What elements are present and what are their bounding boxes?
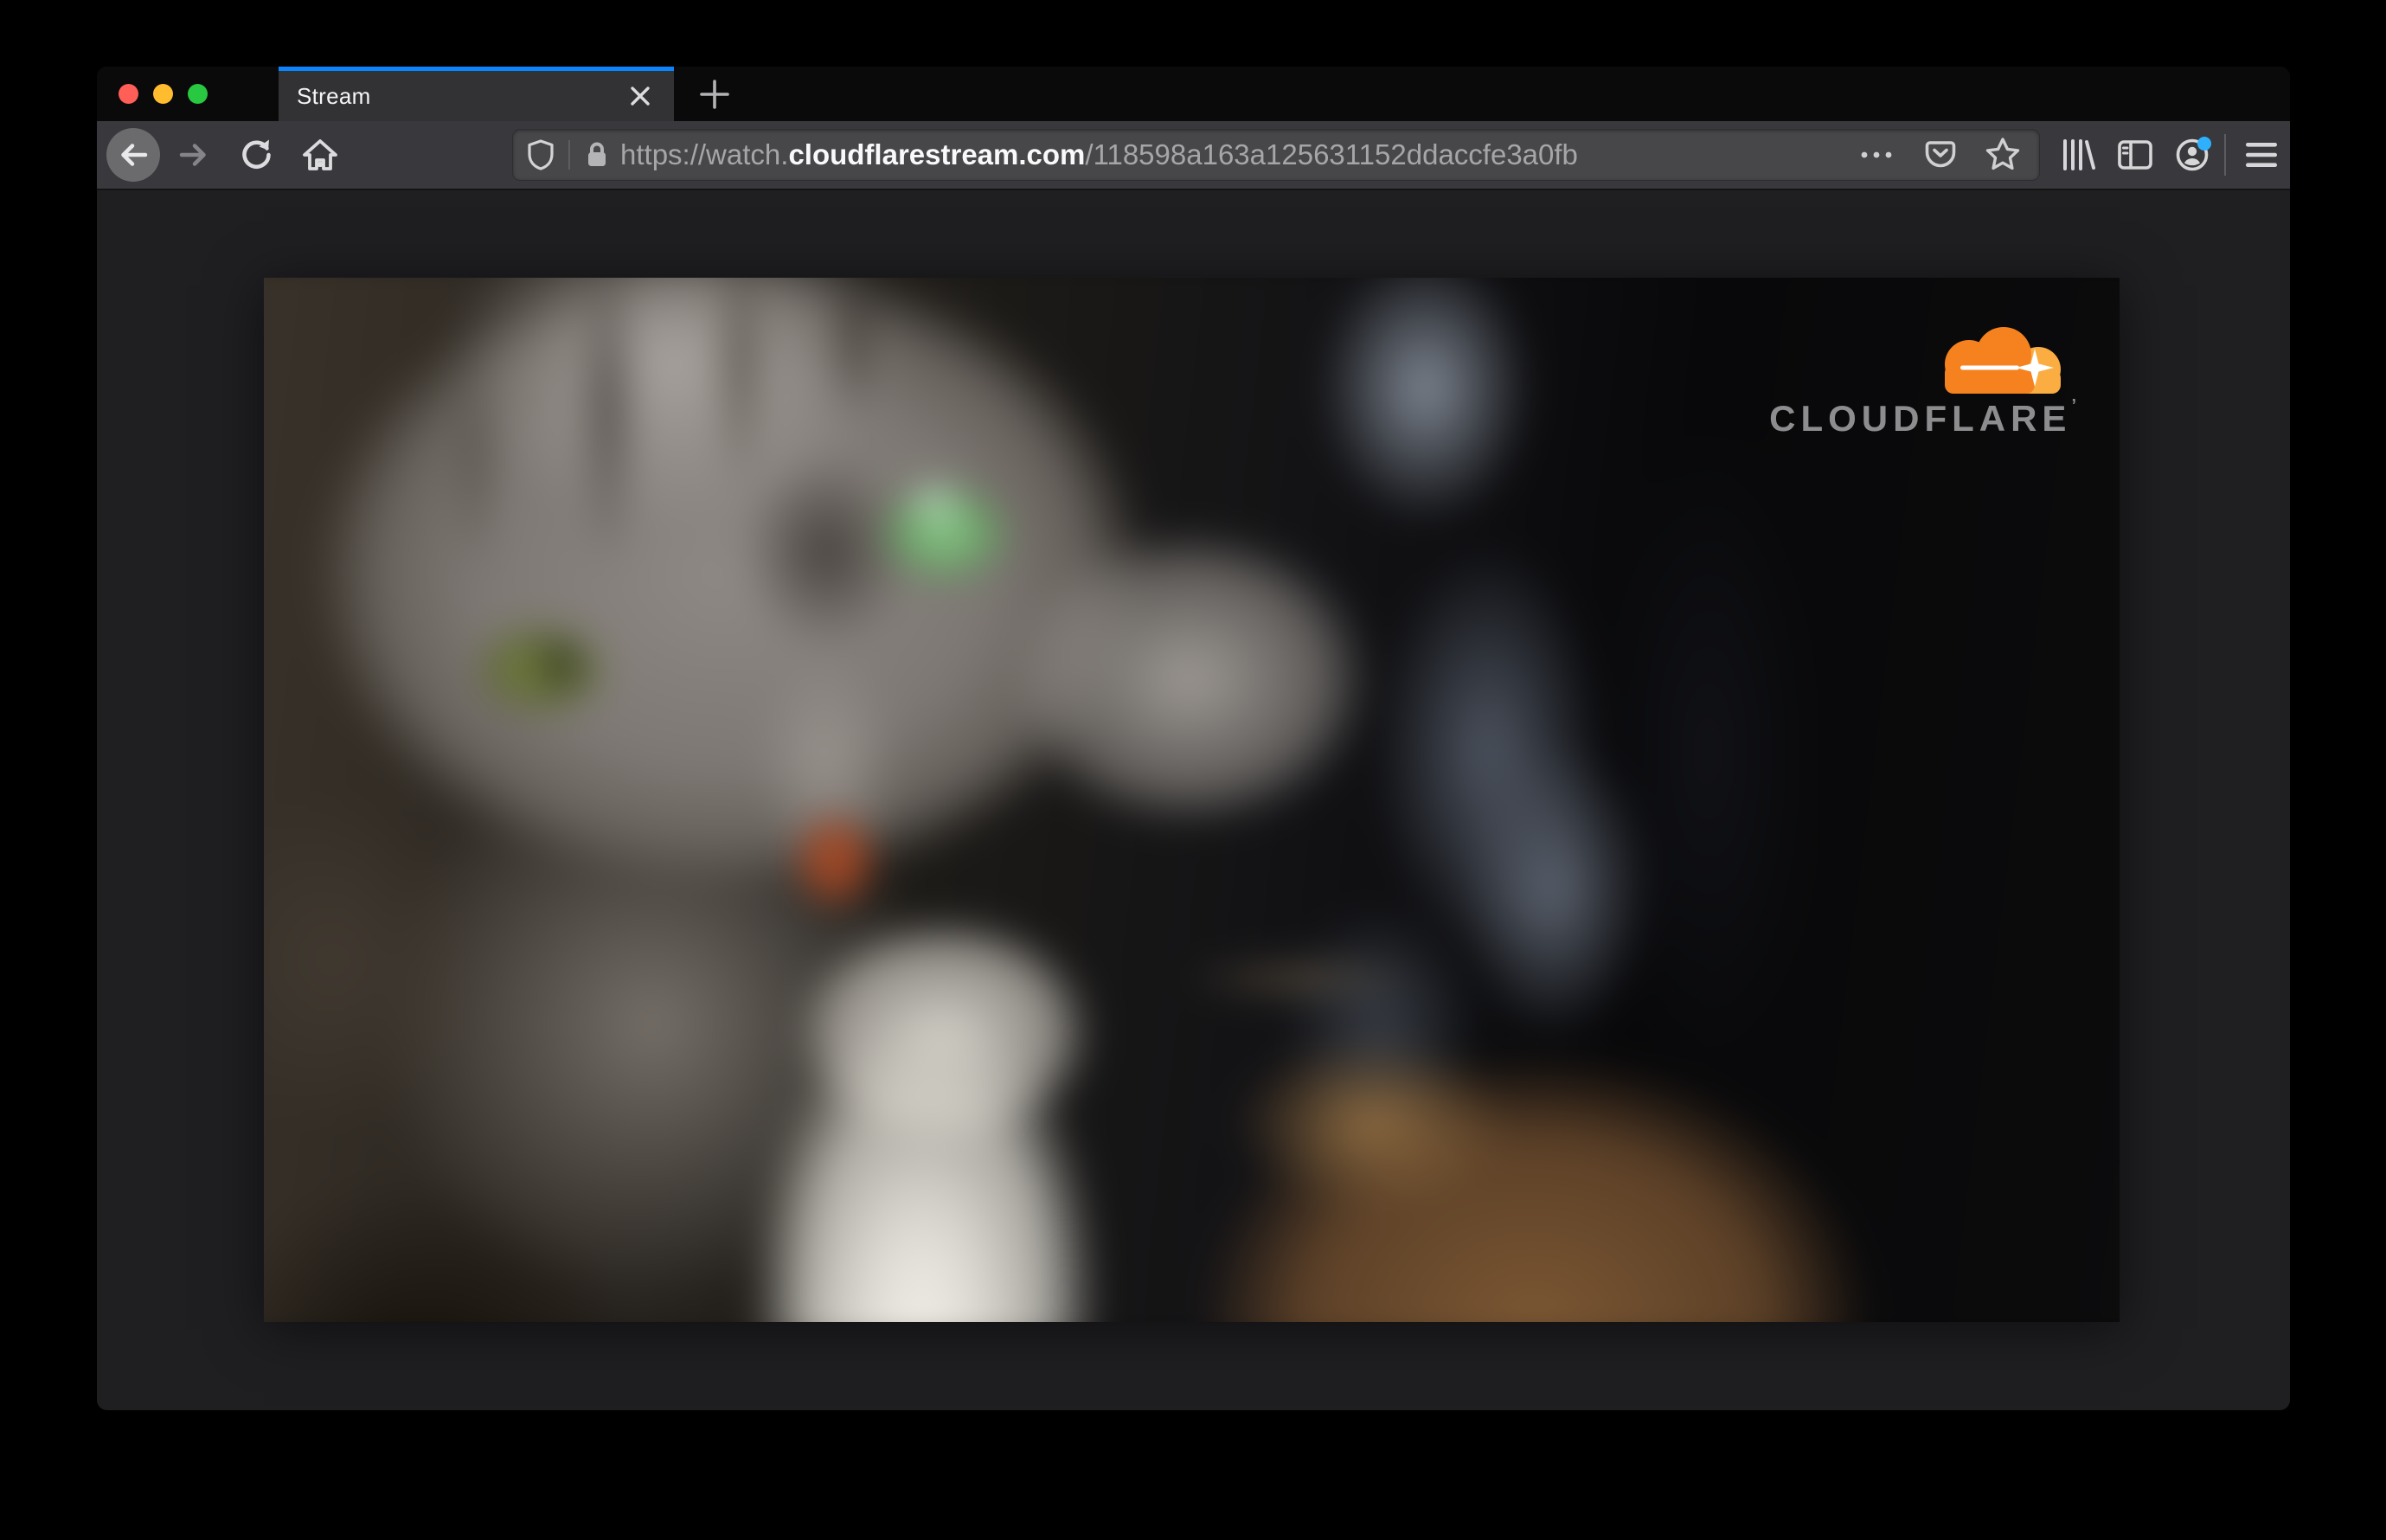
cloudflare-trademark-tick: ’ [2071,396,2076,415]
forward-button[interactable] [174,135,214,175]
account-button[interactable] [2172,135,2212,175]
home-button[interactable] [300,135,340,175]
menu-button[interactable] [2242,135,2281,175]
urlbar-separator [568,140,570,170]
pocket-icon[interactable] [1923,138,1958,172]
tracking-shield-icon[interactable] [527,139,555,170]
sidebar-icon [2116,138,2154,171]
window-controls [97,67,279,121]
url-path: /118598a163a125631152ddaccfe3a0fb [1085,138,1578,170]
zoom-window-button[interactable] [188,84,208,104]
minimize-window-button[interactable] [153,84,173,104]
toolbar-right-icons [2058,134,2281,176]
cloudflare-logo-icon [1924,326,2076,394]
close-tab-icon[interactable] [627,83,653,109]
library-button[interactable] [2058,135,2098,175]
page-content: CLOUDFLARE’ [97,190,2290,1408]
new-tab-icon [698,78,731,111]
sidebar-button[interactable] [2115,135,2155,175]
home-icon [301,136,339,174]
video-player[interactable]: CLOUDFLARE’ [264,278,2120,1322]
toolbar-separator [2224,134,2226,176]
reload-button[interactable] [236,135,276,175]
url-text[interactable]: https://watch.cloudflarestream.com/11859… [620,138,1578,171]
desktop-background: Stream https://watch.cloudflarestream.co… [0,0,2386,1540]
reload-icon [238,137,274,173]
back-icon [116,138,151,172]
cloudflare-watermark: CLOUDFLARE’ [1769,326,2076,437]
new-tab-button[interactable] [695,74,734,114]
cloudflare-wordmark-text: CLOUDFLARE [1769,398,2072,439]
navigation-toolbar: https://watch.cloudflarestream.com/11859… [97,121,2290,190]
notification-dot [2197,137,2211,151]
back-button[interactable] [106,128,160,182]
tab-stream[interactable]: Stream [279,67,674,121]
cloudflare-wordmark: CLOUDFLARE’ [1769,397,2076,439]
browser-window: Stream https://watch.cloudflarestream.co… [97,67,2290,1410]
tab-title: Stream [297,82,371,109]
library-icon [2059,138,2097,172]
bookmark-star-icon[interactable] [1984,136,2022,174]
url-scheme: https://watch. [620,138,789,170]
close-window-button[interactable] [119,84,138,104]
tab-bar: Stream [97,67,2290,121]
menu-icon [2244,141,2279,169]
url-bar[interactable]: https://watch.cloudflarestream.com/11859… [513,130,2039,180]
url-domain: cloudflarestream.com [788,138,1086,170]
page-actions-icon[interactable] [1859,150,1894,160]
lock-icon[interactable] [584,141,610,169]
forward-icon [176,138,211,172]
